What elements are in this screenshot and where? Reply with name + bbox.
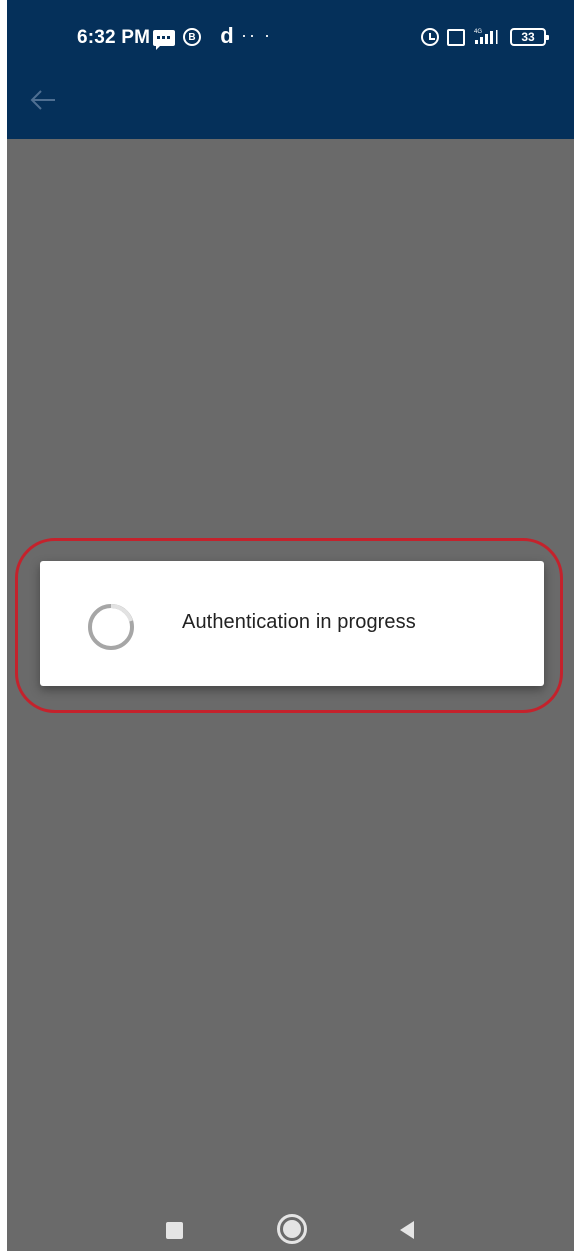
app-bar — [7, 72, 574, 139]
battery-level: 33 — [521, 30, 535, 44]
battery-icon: 33 — [510, 28, 549, 46]
dialog-message: Authentication in progress — [182, 611, 416, 633]
message-icon — [153, 30, 175, 50]
svg-text:4G: 4G — [474, 29, 482, 35]
app-window: 6:32 PM B d ·· · 4G 33 Authentication in… — [7, 0, 574, 1251]
more-notifications-icon: ·· · — [241, 24, 272, 45]
home-circle-icon[interactable] — [277, 1214, 307, 1244]
status-bar: 6:32 PM B d ·· · 4G 33 — [7, 0, 574, 72]
recents-square-icon[interactable] — [166, 1222, 183, 1239]
b-circle-icon: B — [183, 28, 201, 46]
back-triangle-icon[interactable] — [400, 1221, 414, 1239]
tiktok-icon: d — [220, 23, 234, 48]
status-time: 6:32 PM — [77, 27, 151, 48]
arrow-left-icon — [29, 89, 57, 116]
back-button[interactable] — [23, 82, 63, 122]
signal-4g-icon: 4G — [473, 26, 501, 46]
loading-spinner-icon — [83, 599, 139, 655]
navigation-bar — [7, 1185, 574, 1251]
phone-screen: 6:32 PM B d ·· · 4G 33 Authentication in… — [0, 0, 575, 1251]
volte-icon — [447, 29, 465, 46]
alarm-icon — [421, 28, 439, 46]
progress-dialog: Authentication in progress — [40, 561, 544, 686]
header: 6:32 PM B d ·· · 4G 33 — [7, 0, 574, 139]
